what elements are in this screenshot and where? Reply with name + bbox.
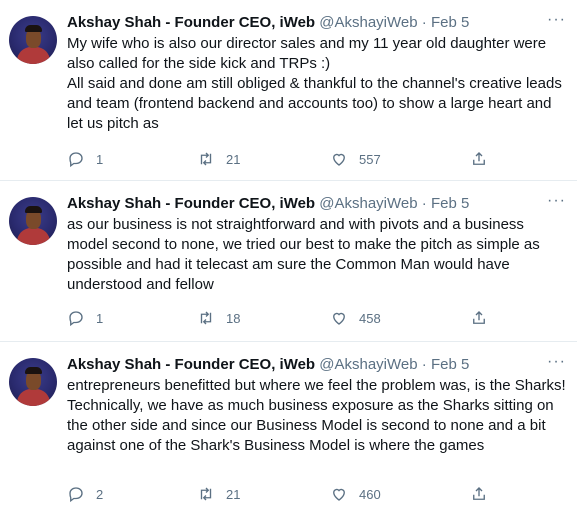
share-button[interactable] (470, 309, 488, 327)
tweet-text-line: Technically, we have as much business ex… (67, 397, 554, 454)
avatar[interactable] (9, 16, 57, 64)
like-button[interactable]: 557 (330, 150, 381, 168)
tweet-header: Akshay Shah - Founder CEO, iWeb @Akshayi… (67, 13, 469, 33)
share-button[interactable] (470, 485, 488, 503)
tweet[interactable]: Akshay Shah - Founder CEO, iWeb @Akshayi… (0, 342, 577, 507)
retweet-icon (200, 152, 212, 166)
heart-icon (333, 488, 345, 501)
tweet-text-line: entrepreneurs benefitted but where we fe… (67, 377, 566, 394)
retweet-button[interactable]: 21 (197, 485, 240, 503)
author-handle[interactable]: @AkshayiWeb (319, 14, 417, 31)
reply-icon (69, 152, 83, 168)
author-name[interactable]: Akshay Shah - Founder CEO, iWeb (67, 356, 315, 373)
like-button[interactable]: 458 (330, 309, 381, 327)
tweet[interactable]: Akshay Shah - Founder CEO, iWeb @Akshayi… (0, 0, 577, 181)
tweet-text: entrepreneurs benefitted but where we fe… (67, 376, 567, 456)
author-name[interactable]: Akshay Shah - Founder CEO, iWeb (67, 14, 315, 31)
more-icon[interactable]: ··· (547, 11, 566, 29)
retweet-count: 21 (226, 486, 241, 502)
avatar[interactable] (9, 358, 57, 406)
tweet-text-line: All said and done am still obliged & tha… (67, 75, 562, 132)
retweet-count: 21 (226, 151, 241, 167)
share-icon (473, 487, 485, 500)
reply-button[interactable]: 2 (67, 485, 103, 503)
reply-button[interactable]: 1 (67, 309, 103, 327)
share-icon (473, 152, 485, 165)
retweet-icon (200, 487, 212, 501)
tweet-actions: 1 18 458 (67, 309, 497, 329)
more-icon[interactable]: ··· (547, 353, 566, 371)
share-icon (473, 311, 485, 324)
tweet-date[interactable]: Feb 5 (431, 14, 469, 31)
separator: · (421, 356, 427, 373)
reply-button[interactable]: 1 (67, 150, 103, 168)
separator: · (421, 14, 427, 31)
tweet-actions: 1 21 557 (67, 150, 497, 170)
reply-count: 1 (96, 151, 104, 167)
share-button[interactable] (470, 150, 488, 168)
retweet-count: 18 (226, 310, 241, 326)
tweet-text: My wife who is also our director sales a… (67, 34, 567, 134)
retweet-button[interactable]: 18 (197, 309, 240, 327)
tweet-text-line: as our business is not straightforward a… (67, 216, 540, 293)
reply-icon (69, 311, 83, 327)
reply-count: 2 (96, 486, 104, 502)
tweet-header: Akshay Shah - Founder CEO, iWeb @Akshayi… (67, 194, 469, 214)
tweet-date[interactable]: Feb 5 (431, 356, 469, 373)
tweet-text-line: My wife who is also our director sales a… (67, 35, 547, 72)
heart-icon (333, 312, 345, 325)
heart-icon (333, 153, 345, 166)
author-handle[interactable]: @AkshayiWeb (319, 356, 417, 373)
like-count: 458 (359, 310, 381, 326)
tweet-actions: 2 21 460 (67, 485, 497, 505)
tweet-text: as our business is not straightforward a… (67, 215, 567, 295)
reply-count: 1 (96, 310, 104, 326)
tweet[interactable]: Akshay Shah - Founder CEO, iWeb @Akshayi… (0, 181, 577, 342)
reply-icon (69, 487, 83, 503)
avatar[interactable] (9, 197, 57, 245)
like-count: 460 (359, 486, 381, 502)
like-count: 557 (359, 151, 381, 167)
separator: · (421, 195, 427, 212)
like-button[interactable]: 460 (330, 485, 381, 503)
more-icon[interactable]: ··· (547, 192, 566, 210)
retweet-button[interactable]: 21 (197, 150, 240, 168)
author-handle[interactable]: @AkshayiWeb (319, 195, 417, 212)
tweet-header: Akshay Shah - Founder CEO, iWeb @Akshayi… (67, 355, 469, 375)
author-name[interactable]: Akshay Shah - Founder CEO, iWeb (67, 195, 315, 212)
retweet-icon (200, 311, 212, 325)
tweet-date[interactable]: Feb 5 (431, 195, 469, 212)
